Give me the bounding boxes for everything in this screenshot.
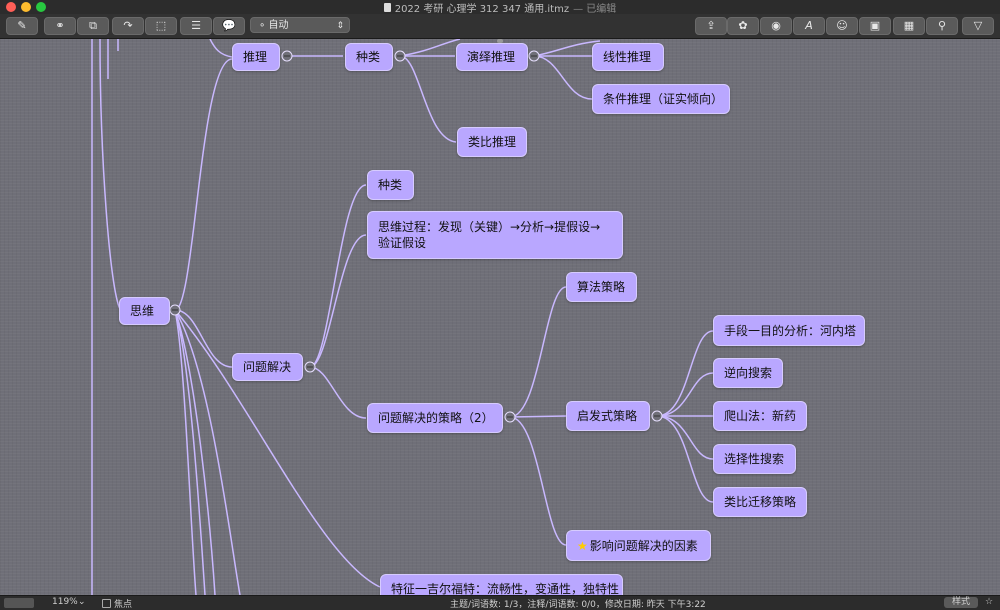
topic-yanyi[interactable]: 演绎推理 bbox=[456, 43, 528, 71]
toolbar: ✎ ⚭ ⧉ ↷ ⬚ ☰ 💬 ∘ 自动 ⇕ ⇪ ✿ ◉ A ☺ ▣ ▦ ⚲ ▽ bbox=[0, 14, 1000, 39]
search-icon[interactable]: ⚲ bbox=[926, 17, 958, 35]
favorite-star-icon[interactable]: ☆ bbox=[985, 597, 993, 607]
edited-status: — 已编辑 bbox=[573, 3, 617, 15]
topic-xianxing[interactable]: 线性推理 bbox=[592, 43, 664, 71]
topic-yingxiang[interactable]: ★ 影响问题解决的因素 bbox=[566, 530, 711, 561]
topic-nixiang[interactable]: 逆向搜索 bbox=[713, 358, 783, 388]
document-icon bbox=[383, 2, 391, 12]
relationship-icon[interactable]: ↷ bbox=[112, 17, 144, 35]
chevron-down-icon[interactable]: ⌄ bbox=[78, 597, 86, 607]
boundary-icon[interactable]: ⬚ bbox=[145, 17, 177, 35]
layout-select-value: 自动 bbox=[268, 20, 289, 31]
topic-zhonglei-1[interactable]: 种类 bbox=[345, 43, 393, 71]
minimize-window-icon[interactable] bbox=[21, 2, 31, 12]
filter-icon[interactable]: ▽ bbox=[962, 17, 994, 35]
callout-icon[interactable]: 💬 bbox=[213, 17, 245, 35]
emoji-icon[interactable]: ☺ bbox=[826, 17, 858, 35]
new-topic-icon[interactable]: ✎ bbox=[6, 17, 38, 35]
notes-icon[interactable]: ☰ bbox=[180, 17, 212, 35]
shapes-icon[interactable]: ⧉ bbox=[77, 17, 109, 35]
document-stats: 主题/词语数: 1/3，注释/词语数: 0/0，修改日期: 昨天 下午3:22 bbox=[450, 600, 706, 610]
focus-checkbox[interactable] bbox=[102, 599, 111, 608]
close-window-icon[interactable] bbox=[6, 2, 16, 12]
topic-pashan[interactable]: 爬山法：新药 bbox=[713, 401, 807, 431]
mindmap-canvas[interactable]: 思维 推理 种类 演绎推理 线性推理 条件推理（证实倾向） 类比推理 种类 思维… bbox=[0, 39, 1000, 595]
topic-leibiqianyi[interactable]: 类比迁移策略 bbox=[713, 487, 807, 517]
maximize-window-icon[interactable] bbox=[36, 2, 46, 12]
topic-tezheng[interactable]: 特征一吉尔福特：流畅性，变通性，独特性 bbox=[380, 574, 623, 595]
topic-wenti[interactable]: 问题解决 bbox=[232, 353, 303, 381]
title-bar: 2022 考研 心理学 312 347 通用.itmz — 已编辑 bbox=[0, 0, 1000, 15]
topic-tiaojian[interactable]: 条件推理（证实倾向） bbox=[592, 84, 730, 114]
topic-shouduan[interactable]: 手段一目的分析：河内塔 bbox=[713, 315, 865, 346]
image-icon[interactable]: ▣ bbox=[859, 17, 891, 35]
font-icon[interactable]: A bbox=[793, 17, 825, 35]
topic-yingxiang-label: 影响问题解决的因素 bbox=[589, 538, 698, 553]
topic-zhonglei-2[interactable]: 种类 bbox=[367, 170, 414, 200]
style-button[interactable]: 样式 bbox=[943, 597, 978, 608]
table-icon[interactable]: ▦ bbox=[893, 17, 925, 35]
view-mode-icon[interactable] bbox=[4, 598, 34, 608]
chevron-updown-icon: ⇕ bbox=[336, 21, 344, 31]
topic-qifa[interactable]: 启发式策略 bbox=[566, 401, 650, 431]
topic-celue[interactable]: 问题解决的策略（2） bbox=[367, 403, 503, 433]
link-icon[interactable]: ⚭ bbox=[44, 17, 76, 35]
topic-tuili[interactable]: 推理 bbox=[232, 43, 280, 71]
topic-leibi[interactable]: 类比推理 bbox=[457, 127, 527, 157]
topic-suanfa[interactable]: 算法策略 bbox=[566, 272, 637, 302]
focus-label: 焦点 bbox=[114, 600, 133, 610]
share-icon[interactable]: ⇪ bbox=[695, 17, 727, 35]
status-bar: 119% ⌄ 焦点 主题/词语数: 1/3，注释/词语数: 0/0，修改日期: … bbox=[0, 595, 1000, 610]
star-icon: ★ bbox=[577, 538, 588, 553]
topic-siwei[interactable]: 思维 bbox=[119, 297, 170, 325]
topic-xuanze[interactable]: 选择性搜索 bbox=[713, 444, 796, 474]
layout-select[interactable]: ∘ 自动 ⇕ bbox=[250, 17, 350, 33]
color-icon[interactable]: ◉ bbox=[760, 17, 792, 35]
zoom-level[interactable]: 119% bbox=[52, 597, 78, 607]
style-icon[interactable]: ✿ bbox=[727, 17, 759, 35]
topic-guocheng[interactable]: 思维过程：发现（关键）→分析→提假设→验证假设 bbox=[367, 211, 623, 259]
window-title: 2022 考研 心理学 312 347 通用.itmz bbox=[394, 3, 570, 15]
